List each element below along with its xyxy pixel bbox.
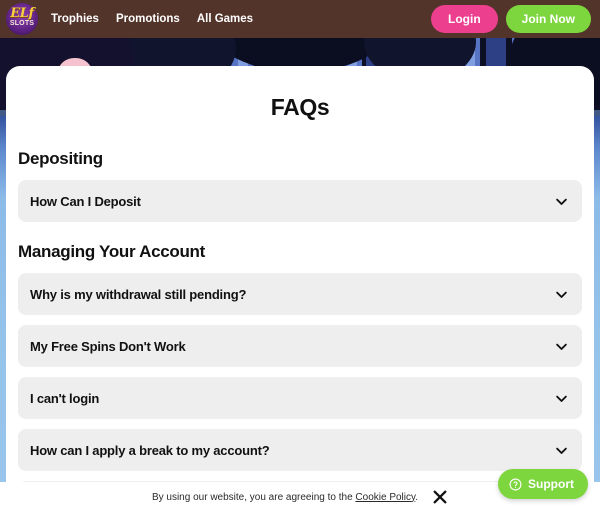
cookie-policy-link[interactable]: Cookie Policy xyxy=(355,492,415,503)
faq-question-label: How can I apply a break to my account? xyxy=(30,442,270,458)
question-circle-icon xyxy=(509,478,522,490)
cookie-text-after: . xyxy=(415,491,419,503)
cookie-consent-text: By using our website, you are agreeing t… xyxy=(152,492,418,503)
support-button-label: Support xyxy=(528,477,574,491)
faq-question-label: How Can I Deposit xyxy=(30,193,141,209)
nav-item-promotions[interactable]: Promotions xyxy=(116,13,180,25)
faq-question-label: My Free Spins Don't Work xyxy=(30,338,186,354)
auth-buttons: Login Join Now xyxy=(431,5,591,33)
join-now-button[interactable]: Join Now xyxy=(505,5,591,33)
faq-item-withdrawal-pending[interactable]: Why is my withdrawal still pending? xyxy=(18,273,582,315)
faq-question-label: I can't login xyxy=(30,390,100,406)
main-nav: Trophies Promotions All Games xyxy=(51,13,253,25)
elf-slots-logo[interactable]: ELf SLOTS xyxy=(4,2,40,36)
page-title: FAQs xyxy=(270,94,330,120)
faq-question-label: Why is my withdrawal still pending? xyxy=(30,286,247,302)
faq-item-free-spins[interactable]: My Free Spins Don't Work xyxy=(18,325,582,367)
logo-primary-text: ELf xyxy=(10,6,34,21)
faq-item-apply-break[interactable]: How can I apply a break to my account? xyxy=(18,429,582,471)
cookie-text-before: By using our website, you are agreeing t… xyxy=(151,491,353,503)
chevron-down-icon[interactable] xyxy=(554,339,569,354)
faq-item-cant-login[interactable]: I can't login xyxy=(18,377,582,419)
close-icon[interactable] xyxy=(432,489,448,505)
chevron-down-icon[interactable] xyxy=(554,287,569,302)
chevron-down-icon[interactable] xyxy=(554,391,569,406)
nav-item-trophies[interactable]: Trophies xyxy=(51,13,99,25)
nav-item-all-games[interactable]: All Games xyxy=(197,13,253,25)
browser-viewport: ELf SLOTS Trophies Promotions All Games … xyxy=(0,0,600,512)
logo-secondary-text: SLOTS xyxy=(9,20,35,27)
chevron-down-icon[interactable] xyxy=(554,194,569,209)
faq-card: FAQs Depositing How Can I Deposit Managi… xyxy=(6,66,594,512)
faq-list-depositing: How Can I Deposit xyxy=(6,180,594,222)
chevron-down-icon[interactable] xyxy=(554,443,569,458)
support-button[interactable]: Support xyxy=(498,469,588,499)
login-button[interactable]: Login xyxy=(431,5,498,33)
top-navigation-bar: ELf SLOTS Trophies Promotions All Games … xyxy=(0,0,600,38)
section-heading-depositing: Depositing xyxy=(18,149,103,168)
faq-item-how-can-i-deposit[interactable]: How Can I Deposit xyxy=(18,180,582,222)
section-heading-managing-your-account: Managing Your Account xyxy=(18,242,206,261)
